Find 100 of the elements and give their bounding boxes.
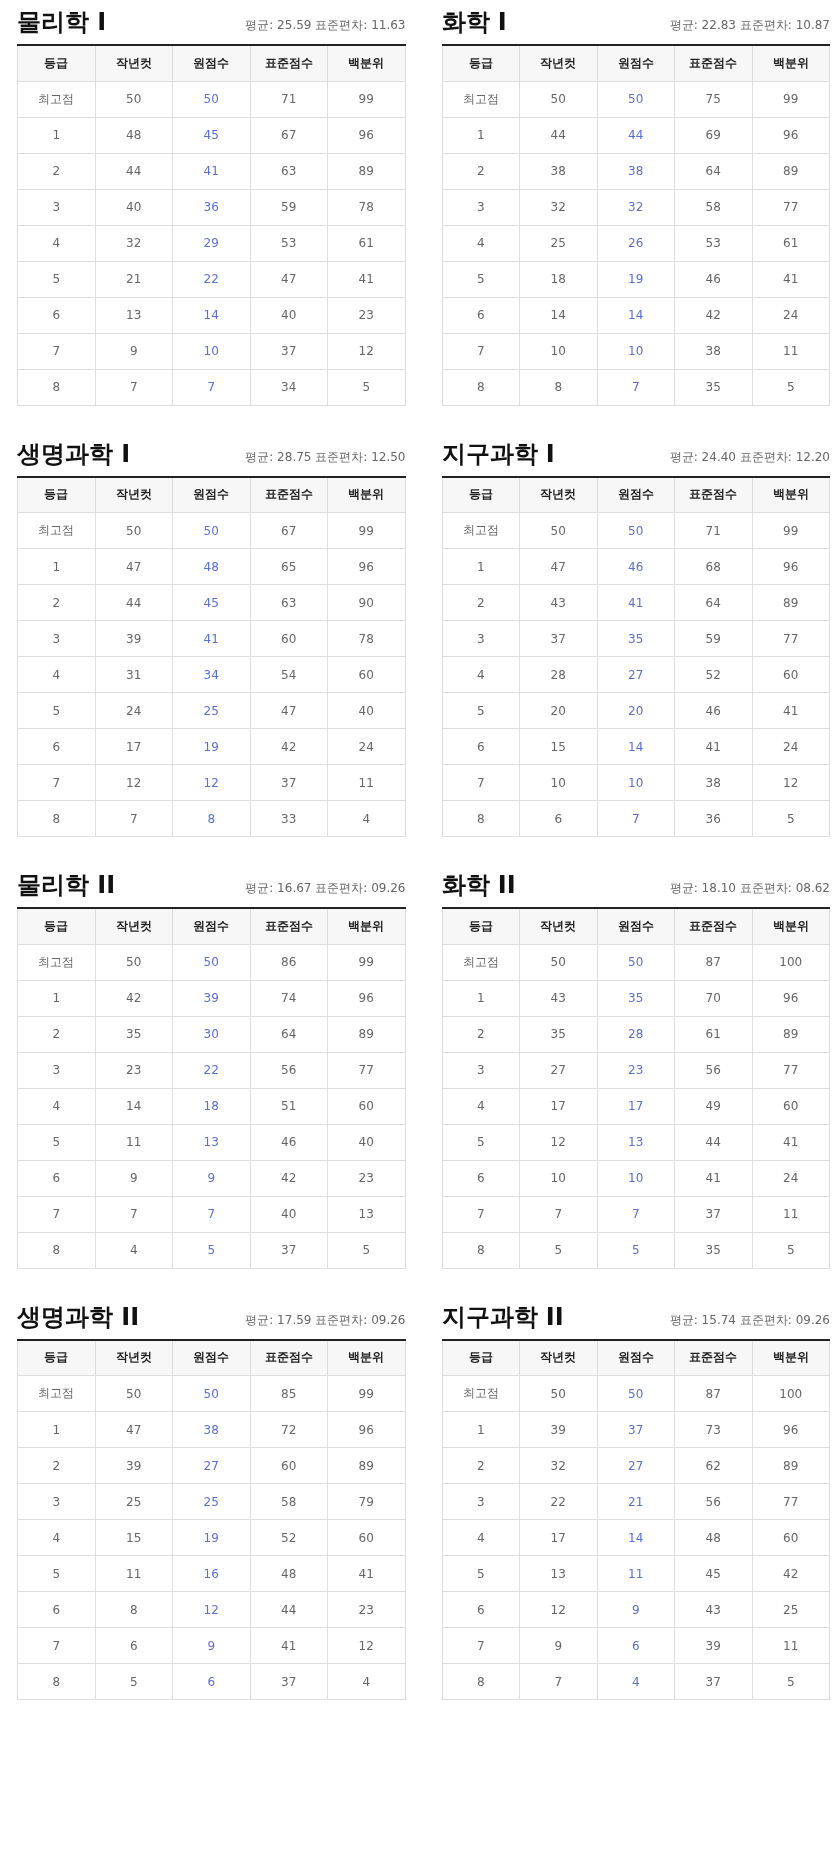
table-cell: 60: [752, 656, 830, 693]
table-cell: 39: [95, 620, 173, 657]
table-cell: 24: [752, 297, 830, 333]
subject-title: 물리학 I: [17, 7, 107, 38]
table-cell: 43: [674, 1591, 752, 1628]
table-cell: 10: [172, 333, 250, 369]
table-cell: 5: [442, 261, 520, 297]
table-cell: 38: [674, 764, 752, 801]
stats-text: 평균: 17.59 표준편차: 09.26: [245, 1311, 406, 1329]
table-cell: 9: [597, 1591, 675, 1628]
table-cell: 99: [327, 512, 405, 549]
table-cell: 12: [95, 764, 173, 801]
table-cell: 17: [597, 1088, 675, 1124]
table-cell: 42: [250, 728, 328, 765]
table-cell: 6: [17, 728, 95, 765]
column-header: 백분위: [327, 1339, 405, 1376]
table-cell: 47: [95, 548, 173, 585]
column-header: 원점수: [597, 1339, 675, 1376]
table-cell: 99: [752, 81, 830, 117]
table-cell: 4: [597, 1663, 675, 1700]
table-cell: 최고점: [17, 512, 95, 549]
table-cell: 23: [327, 1160, 405, 1196]
table-cell: 38: [519, 153, 597, 189]
table-cell: 38: [597, 153, 675, 189]
table-cell: 41: [250, 1627, 328, 1664]
table-cell: 4: [17, 1519, 95, 1556]
table-cell: 27: [519, 1052, 597, 1088]
table-cell: 9: [172, 1627, 250, 1664]
table-cell: 67: [250, 512, 328, 549]
table-cell: 18: [519, 261, 597, 297]
table-cell: 12: [327, 1627, 405, 1664]
column-header: 작년컷: [95, 1339, 173, 1376]
table-cell: 8: [172, 800, 250, 837]
table-cell: 8: [442, 369, 520, 405]
table-cell: 1: [442, 980, 520, 1016]
table-cell: 6: [597, 1627, 675, 1664]
table-cell: 15: [95, 1519, 173, 1556]
table-cell: 32: [519, 189, 597, 225]
table-cell: 50: [597, 944, 675, 980]
table-cell: 6: [17, 1160, 95, 1196]
column-header: 원점수: [172, 476, 250, 513]
table-cell: 23: [597, 1052, 675, 1088]
table-cell: 50: [519, 944, 597, 980]
table-cell: 99: [327, 944, 405, 980]
table-cell: 41: [327, 261, 405, 297]
stats-text: 평균: 25.59 표준편차: 11.63: [245, 17, 406, 34]
table-cell: 14: [597, 1519, 675, 1556]
table-cell: 46: [250, 1124, 328, 1160]
table-cell: 8: [17, 369, 95, 405]
subject-title: 지구과학 I: [441, 438, 555, 470]
table-cell: 44: [95, 153, 173, 189]
table-cell: 28: [597, 1016, 675, 1052]
table-cell: 36: [172, 189, 250, 225]
table-cell: 48: [172, 548, 250, 585]
table-cell: 39: [674, 1627, 752, 1664]
table-cell: 6: [17, 297, 95, 333]
column-header: 표준점수: [674, 1339, 752, 1376]
table-cell: 41: [327, 1555, 405, 1592]
table-cell: 5: [752, 369, 830, 405]
table-cell: 48: [250, 1555, 328, 1592]
table-cell: 28: [519, 656, 597, 693]
subject-title: 생명과학 II: [17, 1301, 140, 1333]
column-header: 표준점수: [250, 45, 328, 81]
table-cell: 3: [442, 1052, 520, 1088]
table-cell: 5: [172, 1232, 250, 1268]
table-cell: 13: [95, 297, 173, 333]
table-cell: 7: [442, 1627, 520, 1664]
table-cell: 최고점: [17, 81, 95, 117]
table-cell: 37: [250, 1663, 328, 1700]
table-cell: 3: [442, 189, 520, 225]
table-cell: 4: [442, 1519, 520, 1556]
column-header: 등급: [17, 1339, 95, 1376]
table-cell: 5: [442, 692, 520, 729]
table-cell: 79: [327, 1483, 405, 1520]
table-cell: 47: [250, 261, 328, 297]
table-cell: 5: [752, 800, 830, 837]
table-cell: 24: [327, 728, 405, 765]
table-cell: 51: [250, 1088, 328, 1124]
table-cell: 96: [327, 980, 405, 1016]
table-cell: 3: [17, 1483, 95, 1520]
table-cell: 4: [17, 1088, 95, 1124]
table-cell: 9: [172, 1160, 250, 1196]
table-cell: 최고점: [442, 512, 520, 549]
table-cell: 10: [597, 333, 675, 369]
table-cell: 14: [519, 297, 597, 333]
table-cell: 71: [250, 81, 328, 117]
table-cell: 7: [95, 1196, 173, 1232]
table-cell: 10: [519, 764, 597, 801]
table-cell: 7: [597, 369, 675, 405]
table-cell: 64: [674, 153, 752, 189]
table-cell: 19: [172, 728, 250, 765]
table-cell: 10: [597, 764, 675, 801]
column-header: 등급: [17, 45, 95, 81]
table-cell: 8: [17, 1232, 95, 1268]
table-cell: 59: [674, 620, 752, 657]
table-cell: 7: [442, 1196, 520, 1232]
table-cell: 2: [442, 584, 520, 621]
table-cell: 2: [17, 1447, 95, 1484]
table-cell: 35: [519, 1016, 597, 1052]
table-cell: 87: [674, 944, 752, 980]
